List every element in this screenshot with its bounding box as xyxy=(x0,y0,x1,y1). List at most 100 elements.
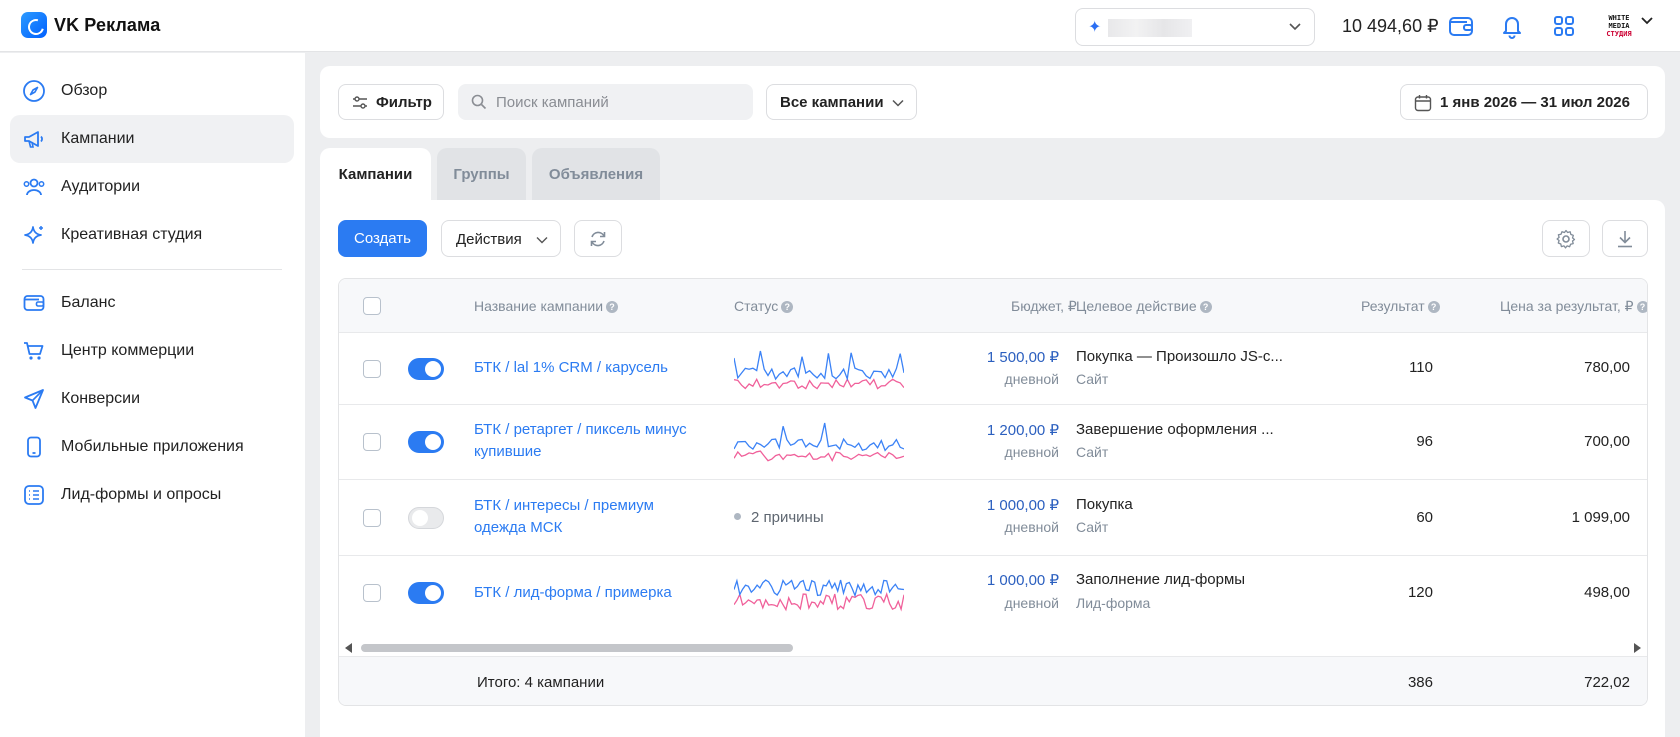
col-header-goal[interactable]: Целевое действие? xyxy=(1076,298,1212,314)
chevron-down-icon xyxy=(1289,23,1301,31)
account-select[interactable]: ✦ xyxy=(1075,8,1315,46)
sparkline-pink-series xyxy=(734,592,904,612)
help-icon[interactable]: ? xyxy=(1636,301,1647,313)
account-name-redacted xyxy=(1108,19,1192,37)
tab-campaigns[interactable]: Кампании xyxy=(320,148,431,200)
filter-button[interactable]: Фильтр xyxy=(338,84,444,120)
sidebar-item-audiences[interactable]: Аудитории xyxy=(10,163,294,211)
budget-value[interactable]: 1 500,00 ₽ xyxy=(987,348,1059,366)
col-header-price[interactable]: Цена за результат, ₽? xyxy=(1500,298,1647,315)
campaign-name-link[interactable]: БТК / lal 1% CRM / карусель xyxy=(474,357,704,379)
col-header-name[interactable]: Название кампании? xyxy=(474,298,619,314)
campaign-toggle[interactable] xyxy=(408,358,444,380)
sparkline-pink-series xyxy=(734,377,904,390)
horizontal-scrollbar[interactable] xyxy=(339,638,1647,656)
sparkline-pink-series xyxy=(734,450,904,462)
sparkline-blue-series xyxy=(734,578,904,598)
table-row[interactable]: БТК / lal 1% CRM / карусель 1 500,00 ₽ д… xyxy=(339,333,1647,405)
budget-period: дневной xyxy=(1004,444,1059,460)
col-header-result[interactable]: Результат? xyxy=(1361,298,1440,314)
download-button[interactable] xyxy=(1602,220,1648,257)
campaigns-panel: Создать Действия Название кампании? Стат… xyxy=(320,200,1665,737)
campaign-toggle[interactable] xyxy=(408,431,444,453)
col-header-budget[interactable]: Бюджет, ₽ xyxy=(1011,298,1077,315)
refresh-icon xyxy=(590,231,606,247)
budget-period: дневной xyxy=(1004,371,1059,387)
sidebar-item-campaigns[interactable]: Кампании xyxy=(10,115,294,163)
compass-icon xyxy=(23,80,45,102)
table-row[interactable]: БТК / лид-форма / примерка 1 000,00 ₽ дн… xyxy=(339,556,1647,638)
goal-source: Сайт xyxy=(1076,444,1109,460)
scrollbar-thumb[interactable] xyxy=(361,644,793,652)
scroll-right-arrow[interactable] xyxy=(1634,643,1641,653)
status-reasons[interactable]: 2 причины xyxy=(734,509,824,526)
chevron-down-icon[interactable] xyxy=(1640,14,1654,28)
refresh-button[interactable] xyxy=(574,220,622,257)
sparkline-blue-series xyxy=(734,350,904,382)
wallet-icon xyxy=(23,295,45,311)
col-header-label: Название кампании xyxy=(474,298,604,314)
row-checkbox[interactable] xyxy=(363,433,381,451)
sidebar-item-commerce-center[interactable]: Центр коммерции xyxy=(10,327,294,375)
bell-icon[interactable] xyxy=(1498,12,1526,40)
table-footer-totals: Итого: 4 кампании 386 722,02 xyxy=(339,656,1647,705)
goal-source: Лид-форма xyxy=(1076,595,1151,611)
table-row[interactable]: БТК / ретаргет / пиксель минус купившие … xyxy=(339,405,1647,480)
help-icon[interactable]: ? xyxy=(606,301,619,313)
app-logo[interactable]: VK Реклама xyxy=(21,12,160,38)
sidebar-item-balance[interactable]: Баланс xyxy=(10,279,294,327)
campaign-toggle[interactable] xyxy=(408,582,444,604)
wallet-icon[interactable] xyxy=(1447,12,1475,40)
campaign-toggle[interactable] xyxy=(408,507,444,529)
campaigns-filter-select[interactable]: Все кампании xyxy=(766,84,917,120)
search-input[interactable]: Поиск кампаний xyxy=(458,84,753,120)
search-icon xyxy=(471,94,487,110)
goal-source: Сайт xyxy=(1076,371,1109,387)
create-button[interactable]: Создать xyxy=(338,220,427,257)
row-checkbox[interactable] xyxy=(363,509,381,527)
help-icon[interactable]: ? xyxy=(1199,301,1212,313)
sidebar-item-overview[interactable]: Обзор xyxy=(10,67,294,115)
budget-value[interactable]: 1 200,00 ₽ xyxy=(987,421,1059,439)
price-value: 1 099,00 xyxy=(1571,509,1630,526)
download-icon xyxy=(1618,231,1632,248)
sidebar-item-conversions[interactable]: Конверсии xyxy=(10,375,294,423)
result-value: 60 xyxy=(1416,509,1433,526)
scroll-left-arrow[interactable] xyxy=(345,643,352,653)
campaign-name-link[interactable]: БТК / лид-форма / примерка xyxy=(474,582,704,604)
select-all-checkbox[interactable] xyxy=(363,297,381,315)
col-header-label: Статус xyxy=(734,298,779,314)
sidebar-item-label: Баланс xyxy=(61,294,116,311)
date-range-picker[interactable]: 1 янв 2026 — 31 июл 2026 xyxy=(1400,84,1648,120)
sidebar-item-creative-studio[interactable]: Креативная студия xyxy=(10,211,294,259)
help-icon[interactable]: ? xyxy=(1427,301,1440,313)
col-header-status[interactable]: Статус? xyxy=(734,298,794,314)
table-settings-button[interactable] xyxy=(1542,220,1590,257)
goal-name: Покупка xyxy=(1076,496,1133,513)
avatar-line-2: MEDIA xyxy=(1608,22,1630,30)
help-icon[interactable]: ? xyxy=(781,301,794,313)
sidebar-item-mobile-apps[interactable]: Мобильные приложения xyxy=(10,423,294,471)
calendar-icon xyxy=(1414,95,1432,112)
campaign-name-link[interactable]: БТК / интересы / премиум одежда МСК xyxy=(474,495,704,539)
col-header-label: Результат xyxy=(1361,298,1425,314)
tab-ads[interactable]: Объявления xyxy=(532,148,660,200)
tab-groups[interactable]: Группы xyxy=(437,148,526,200)
budget-value[interactable]: 1 000,00 ₽ xyxy=(987,496,1059,514)
sidebar-item-label: Конверсии xyxy=(61,390,141,407)
actions-dropdown[interactable]: Действия xyxy=(441,220,561,257)
price-value: 700,00 xyxy=(1584,433,1630,450)
row-checkbox[interactable] xyxy=(363,360,381,378)
col-header-label: Цена за результат, ₽ xyxy=(1500,298,1634,314)
goal-name: Покупка — Произошло JS-с... xyxy=(1076,348,1283,365)
account-avatar[interactable]: WHITE MEDIA СТУДИЯ xyxy=(1604,14,1634,40)
row-checkbox[interactable] xyxy=(363,584,381,602)
table-row[interactable]: БТК / интересы / премиум одежда МСК 2 пр… xyxy=(339,480,1647,556)
avatar-line-1: WHITE xyxy=(1608,14,1630,22)
sidebar-item-lead-forms[interactable]: Лид-формы и опросы xyxy=(10,471,294,519)
campaign-name-link[interactable]: БТК / ретаргет / пиксель минус купившие xyxy=(474,419,704,463)
price-value: 498,00 xyxy=(1584,584,1630,601)
sidebar-item-label: Лид-формы и опросы xyxy=(61,486,222,503)
budget-value[interactable]: 1 000,00 ₽ xyxy=(987,571,1059,589)
apps-grid-icon[interactable] xyxy=(1550,12,1578,40)
